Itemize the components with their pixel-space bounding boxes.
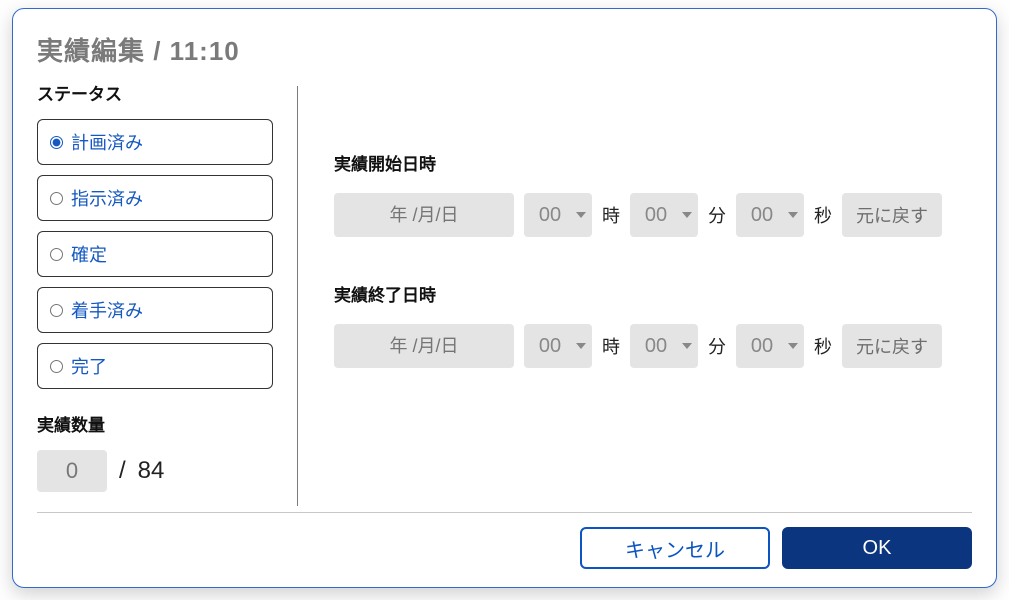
start-reset-button[interactable]: 元に戻す	[842, 193, 942, 237]
status-option-planned[interactable]: 計画済み	[37, 119, 273, 165]
start-hour-unit: 時	[602, 202, 620, 228]
quantity-input[interactable]	[37, 450, 107, 492]
status-option-label: 指示済み	[71, 185, 143, 211]
end-datetime-block: 実績終了日時 00 時 00 分 00	[334, 281, 972, 368]
status-option-instructed[interactable]: 指示済み	[37, 175, 273, 221]
start-datetime-label: 実績開始日時	[334, 150, 972, 175]
status-option-label: 完了	[71, 353, 107, 379]
start-second-select[interactable]: 00	[736, 193, 804, 237]
status-radio-confirmed[interactable]	[50, 248, 63, 261]
start-datetime-block: 実績開始日時 00 時 00 分 00	[334, 150, 972, 237]
end-hour-select[interactable]: 00	[524, 324, 592, 368]
status-option-label: 計画済み	[71, 129, 143, 155]
status-label: ステータス	[37, 80, 273, 105]
dialog-title: 実績編集 / 11:10	[37, 31, 972, 68]
chevron-down-icon	[682, 343, 692, 349]
start-minute-select[interactable]: 00	[630, 193, 698, 237]
chevron-down-icon	[576, 343, 586, 349]
end-minute-value: 00	[645, 335, 667, 358]
status-option-label: 確定	[71, 241, 107, 267]
right-panel: 実績開始日時 00 時 00 分 00	[298, 80, 972, 506]
ok-button[interactable]: OK	[782, 527, 972, 569]
end-minute-unit: 分	[708, 333, 726, 359]
chevron-down-icon	[788, 212, 798, 218]
status-option-started[interactable]: 着手済み	[37, 287, 273, 333]
edit-result-dialog: 実績編集 / 11:10 ステータス 計画済み 指示済み 確定	[12, 8, 997, 588]
end-hour-unit: 時	[602, 333, 620, 359]
status-option-done[interactable]: 完了	[37, 343, 273, 389]
end-second-value: 00	[751, 335, 773, 358]
end-second-select[interactable]: 00	[736, 324, 804, 368]
status-option-confirmed[interactable]: 確定	[37, 231, 273, 277]
quantity-total: 84	[138, 457, 165, 485]
end-date-input[interactable]	[334, 324, 514, 368]
start-second-value: 00	[751, 204, 773, 227]
chevron-down-icon	[788, 343, 798, 349]
start-minute-value: 00	[645, 204, 667, 227]
end-datetime-row: 00 時 00 分 00 秒 元に戻す	[334, 324, 972, 368]
dialog-footer: キャンセル OK	[13, 513, 996, 587]
end-datetime-label: 実績終了日時	[334, 281, 972, 306]
dialog-header: 実績編集 / 11:10	[13, 9, 996, 68]
status-radio-planned[interactable]	[50, 136, 63, 149]
left-panel: ステータス 計画済み 指示済み 確定 着手済み	[37, 80, 297, 506]
status-option-label: 着手済み	[71, 297, 143, 323]
start-hour-value: 00	[539, 204, 561, 227]
quantity-separator: /	[119, 457, 126, 485]
start-hour-select[interactable]: 00	[524, 193, 592, 237]
dialog-body: ステータス 計画済み 指示済み 確定 着手済み	[13, 68, 996, 506]
status-radio-done[interactable]	[50, 360, 63, 373]
end-minute-select[interactable]: 00	[630, 324, 698, 368]
start-minute-unit: 分	[708, 202, 726, 228]
end-second-unit: 秒	[814, 333, 832, 359]
status-radio-instructed[interactable]	[50, 192, 63, 205]
end-hour-value: 00	[539, 335, 561, 358]
chevron-down-icon	[576, 212, 586, 218]
status-radio-group: 計画済み 指示済み 確定 着手済み 完了	[37, 119, 273, 389]
start-date-input[interactable]	[334, 193, 514, 237]
end-reset-button[interactable]: 元に戻す	[842, 324, 942, 368]
quantity-row: / 84	[37, 450, 273, 492]
status-radio-started[interactable]	[50, 304, 63, 317]
chevron-down-icon	[682, 212, 692, 218]
start-second-unit: 秒	[814, 202, 832, 228]
cancel-button[interactable]: キャンセル	[580, 527, 770, 569]
start-datetime-row: 00 時 00 分 00 秒 元に戻す	[334, 193, 972, 237]
quantity-label: 実績数量	[37, 411, 273, 436]
